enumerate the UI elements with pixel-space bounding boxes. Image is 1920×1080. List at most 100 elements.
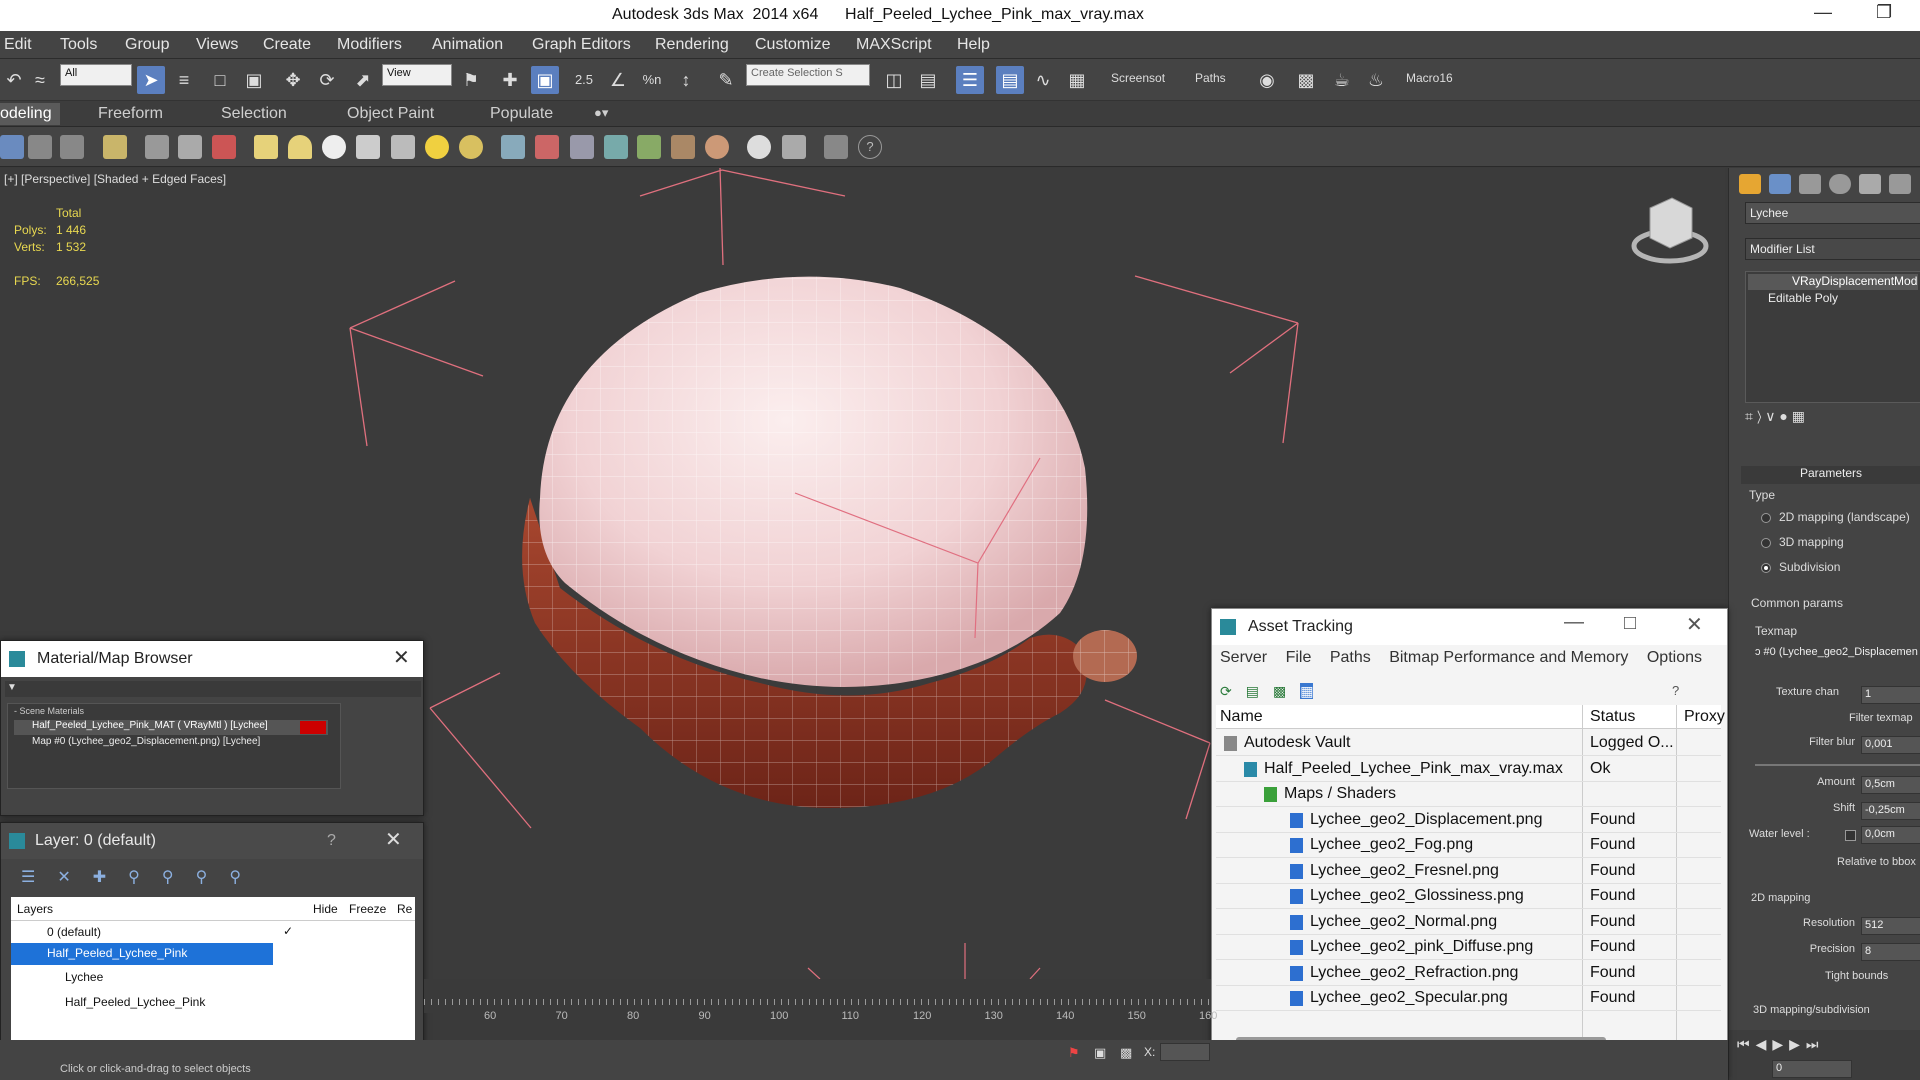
radio-2d-mapping[interactable]	[1761, 513, 1771, 523]
isolate-icon[interactable]: ▩	[1120, 1045, 1132, 1061]
name-column-header[interactable]: Name	[1220, 708, 1263, 726]
render-production-icon[interactable]: ♨	[1362, 66, 1390, 94]
render-column-header[interactable]: Re	[397, 902, 412, 916]
filter-blur-input[interactable]: 0,001	[1861, 736, 1920, 754]
layer-row[interactable]: 0 (default) ✓	[11, 922, 415, 942]
select-by-name-icon[interactable]: ≡	[170, 66, 198, 94]
stack-item-editable-poly[interactable]: Editable Poly	[1748, 291, 1918, 307]
object-row[interactable]: Lychee	[11, 967, 415, 987]
menu-modifiers[interactable]: Modifiers	[337, 36, 402, 54]
radio-3d-mapping[interactable]	[1761, 538, 1771, 548]
layer-row-selected[interactable]: Half_Peeled_Lychee_Pink	[11, 943, 273, 965]
x-coord-field[interactable]	[1160, 1043, 1210, 1061]
asset-row[interactable]: Autodesk Vault Logged O...	[1216, 731, 1721, 756]
table-icon[interactable]	[60, 135, 84, 159]
tree-icon[interactable]	[145, 135, 169, 159]
stack-item-vraydisplacement[interactable]: VRayDisplacementMod	[1748, 274, 1918, 290]
parameters-rollout-header[interactable]: Parameters	[1741, 466, 1920, 484]
help-icon[interactable]: ?	[858, 135, 882, 159]
particle-icon[interactable]	[535, 135, 559, 159]
display-tab-icon[interactable]	[1859, 174, 1881, 194]
create-tab-icon[interactable]	[1739, 174, 1761, 194]
hide-column-header[interactable]: Hide	[313, 902, 338, 916]
asset-row[interactable]: Lychee_geo2_Fog.png Found	[1216, 833, 1721, 858]
freeze-column-header[interactable]: Freeze	[349, 902, 386, 916]
shield-icon[interactable]	[178, 135, 202, 159]
paths-button[interactable]: Paths	[1195, 71, 1226, 85]
amount-input[interactable]: 0,5cm	[1861, 776, 1920, 794]
asset-row[interactable]: Lychee_geo2_Fresnel.png Found	[1216, 859, 1721, 884]
motion-tab-icon[interactable]	[1829, 174, 1851, 194]
light-icon[interactable]	[103, 135, 127, 159]
resolution-input[interactable]: 512	[1861, 917, 1920, 935]
list-icon[interactable]	[28, 135, 52, 159]
link-icon[interactable]: ≈	[26, 66, 54, 94]
maximize-icon[interactable]: ❐	[1876, 2, 1892, 23]
texmap-button[interactable]: ɔ #0 (Lychee_geo2_Displacemen	[1755, 646, 1920, 666]
spinner-snap-icon[interactable]: ↕	[672, 66, 700, 94]
light-sphere-icon[interactable]	[459, 135, 483, 159]
water-level-input[interactable]: 0,0cm	[1861, 826, 1920, 844]
named-selection-set-field[interactable]: Create Selection S	[746, 64, 870, 86]
menu-server[interactable]: Server	[1220, 649, 1267, 666]
tab-freeform[interactable]: Freeform	[98, 105, 163, 123]
helper-icon[interactable]	[212, 135, 236, 159]
menu-paths[interactable]: Paths	[1330, 649, 1371, 666]
menu-maxscript[interactable]: MAXScript	[856, 36, 932, 54]
angle-snap-icon[interactable]: ∠	[604, 66, 632, 94]
menu-file[interactable]: File	[1286, 649, 1312, 666]
scene-materials-section[interactable]: - Scene Materials	[14, 706, 84, 716]
object-name-field[interactable]: Lychee	[1745, 202, 1920, 224]
asset-row[interactable]: Lychee_geo2_Glossiness.png Found	[1216, 884, 1721, 909]
asset-row[interactable]: Half_Peeled_Lychee_Pink_max_vray.max Ok	[1216, 757, 1721, 782]
menu-group[interactable]: Group	[125, 36, 169, 54]
tab-populate[interactable]: Populate	[490, 105, 553, 123]
ribbon-toggle-icon[interactable]: ▤	[996, 66, 1024, 94]
asset-row[interactable]: Lychee_geo2_pink_Diffuse.png Found	[1216, 935, 1721, 960]
modifier-list-dropdown[interactable]: Modifier List	[1745, 238, 1920, 260]
timeline[interactable]: 60 70 80 90 100 110 120 130 140 150 160	[424, 979, 1217, 1022]
sun-icon[interactable]	[425, 135, 449, 159]
fur-icon[interactable]	[501, 135, 525, 159]
menu-create[interactable]: Create	[263, 36, 311, 54]
scene-explorer-icon[interactable]	[0, 135, 24, 159]
proxy-column-header[interactable]: Proxy	[1684, 708, 1725, 726]
menu-bitmap-performance[interactable]: Bitmap Performance and Memory	[1389, 649, 1628, 666]
tab-modeling[interactable]: odeling	[0, 103, 60, 125]
utilities-tab-icon[interactable]	[1889, 174, 1911, 194]
current-frame-field[interactable]: 0	[1772, 1060, 1852, 1078]
menu-views[interactable]: Views	[196, 36, 238, 54]
plane-icon[interactable]	[254, 135, 278, 159]
key-icon[interactable]: ⚑	[1068, 1045, 1080, 1061]
asset-row[interactable]: Lychee_geo2_Normal.png Found	[1216, 910, 1721, 935]
curve-editor-icon[interactable]: ∿	[1029, 66, 1057, 94]
menu-help[interactable]: Help	[957, 36, 990, 54]
dome-icon[interactable]	[288, 135, 312, 159]
asset-row[interactable]: Lychee_geo2_Specular.png Found	[1216, 986, 1721, 1011]
hierarchy-tab-icon[interactable]	[1799, 174, 1821, 194]
window-crossing-icon[interactable]: ▣	[240, 66, 268, 94]
texture-chan-input[interactable]: 1	[1861, 686, 1920, 704]
rotate-icon[interactable]: ⟳	[313, 66, 341, 94]
edit-named-selection-icon[interactable]: ✎	[712, 66, 740, 94]
radio-subdivision[interactable]	[1761, 563, 1771, 573]
help-icon[interactable]: ?	[1672, 683, 1679, 698]
material-item[interactable]: Half_Peeled_Lychee_Pink_MAT ( VRayMtl ) …	[14, 720, 328, 735]
menu-edit[interactable]: Edit	[4, 36, 32, 54]
sphere-icon[interactable]	[322, 135, 346, 159]
minimize-icon[interactable]: —	[1564, 611, 1584, 634]
render-sphere-icon[interactable]	[747, 135, 771, 159]
log-icon[interactable]	[824, 135, 848, 159]
close-icon[interactable]: ✕	[393, 645, 410, 670]
options-arrow-icon[interactable]: ▼	[7, 682, 17, 693]
align-icon[interactable]: ▤	[914, 66, 942, 94]
help-button[interactable]: ?	[327, 832, 336, 850]
layers-column-header[interactable]: Layers	[17, 902, 53, 916]
modify-tab-icon[interactable]	[1769, 174, 1791, 194]
move-icon[interactable]: ✥	[279, 66, 307, 94]
macro-button[interactable]: Macro16	[1406, 71, 1453, 85]
ribbon-options-icon[interactable]: ●▾	[594, 105, 608, 121]
map-item[interactable]: Map #0 (Lychee_geo2_Displacement.png) [L…	[14, 736, 328, 751]
water-level-checkbox[interactable]	[1845, 830, 1856, 841]
minimize-icon[interactable]: —	[1814, 2, 1832, 23]
